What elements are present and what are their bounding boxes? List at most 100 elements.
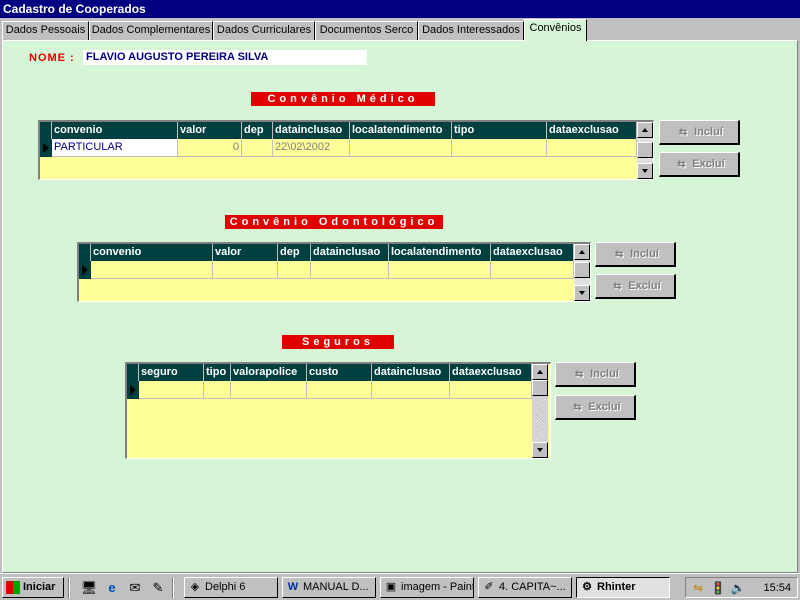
task-rhinter[interactable]: ⚙ Rhinter xyxy=(576,577,670,598)
cell-dataexclusao[interactable] xyxy=(450,381,532,399)
convenio-medico-grid[interactable]: convenio valor dep datainclusao localate… xyxy=(38,120,654,180)
cell-localatendimento[interactable] xyxy=(350,139,452,157)
cell-custo[interactable] xyxy=(307,381,372,399)
table-row[interactable] xyxy=(139,381,532,399)
col-custo[interactable]: custo xyxy=(307,364,372,381)
scroll-down-button[interactable] xyxy=(532,442,548,458)
task-rhinter-label: Rhinter xyxy=(597,581,636,593)
task-capita[interactable]: ✐ 4. CAPITA~... xyxy=(478,577,572,598)
scroll-thumb[interactable] xyxy=(532,380,548,396)
seguros-incluir-label: Incluí xyxy=(590,368,619,380)
convenio-odontologico-grid[interactable]: convenio valor dep datainclusao localate… xyxy=(77,242,591,302)
odonto-incluir-button[interactable]: ⇆ Incluí xyxy=(595,242,676,267)
taskbar-divider xyxy=(172,578,174,598)
convenio-medico-title: Convênio Médico xyxy=(251,92,435,106)
col-datainclusao[interactable]: datainclusao xyxy=(273,122,350,139)
cell-seguro[interactable] xyxy=(139,381,204,399)
desktop-icon[interactable]: 🖥 xyxy=(80,579,98,597)
tab-dados-curriculares[interactable]: Dados Curriculares xyxy=(213,21,315,40)
col-dep[interactable]: dep xyxy=(242,122,273,139)
col-dataexclusao[interactable]: dataexclusao xyxy=(547,122,637,139)
vertical-scrollbar[interactable] xyxy=(532,364,548,458)
task-delphi-label: Delphi 6 xyxy=(205,581,246,593)
row-pointer-icon xyxy=(43,143,49,153)
tab-dados-interessados[interactable]: Dados Interessados xyxy=(418,21,524,40)
col-valorapolice[interactable]: valorapolice xyxy=(231,364,307,381)
current-row-indicator xyxy=(79,261,91,279)
delete-icon: ⇆ xyxy=(677,159,686,170)
col-dep[interactable]: dep xyxy=(278,244,311,261)
seguros-excluir-button[interactable]: ⇆ Excluí xyxy=(555,395,636,420)
nome-value: FLAVIO AUGUSTO PEREIRA SILVA xyxy=(83,50,367,65)
col-localatendimento[interactable]: localatendimento xyxy=(389,244,491,261)
table-row[interactable]: PARTICULAR 0 22\02\2002 xyxy=(52,139,637,157)
nome-label: NOME : xyxy=(29,52,75,64)
cell-datainclusao[interactable] xyxy=(311,261,389,279)
col-tipo[interactable]: tipo xyxy=(204,364,231,381)
cell-dep[interactable] xyxy=(278,261,311,279)
cell-dataexclusao[interactable] xyxy=(491,261,574,279)
vertical-scrollbar[interactable] xyxy=(637,122,653,179)
col-localatendimento[interactable]: localatendimento xyxy=(350,122,452,139)
tab-dados-pessoais[interactable]: Dados Pessoais xyxy=(2,21,89,40)
cell-localatendimento[interactable] xyxy=(389,261,491,279)
scroll-up-button[interactable] xyxy=(574,244,590,260)
cell-dataexclusao[interactable] xyxy=(547,139,637,157)
scroll-down-button[interactable] xyxy=(574,285,590,301)
start-button[interactable]: Iniciar xyxy=(2,577,64,598)
scroll-thumb[interactable] xyxy=(637,142,653,158)
task-delphi[interactable]: ◈ Delphi 6 xyxy=(184,577,278,598)
tab-dados-complementares[interactable]: Dados Complementares xyxy=(89,21,213,40)
vertical-scrollbar[interactable] xyxy=(574,244,590,301)
col-seguro[interactable]: seguro xyxy=(139,364,204,381)
clock[interactable]: 15:54 xyxy=(763,580,791,596)
medico-incluir-label: Incluí xyxy=(694,126,723,138)
seguros-grid[interactable]: seguro tipo valorapolice custo datainclu… xyxy=(125,362,551,459)
task-paint[interactable]: ▣ imagem - Paint xyxy=(380,577,474,598)
seguros-incluir-button[interactable]: ⇆ Incluí xyxy=(555,362,636,387)
cell-valorapolice[interactable] xyxy=(231,381,307,399)
taskbar: Iniciar 🖥 e ✉ ✎ ◈ Delphi 6 W MANUAL D... ▣… xyxy=(0,573,800,600)
col-tipo[interactable]: tipo xyxy=(452,122,547,139)
scroll-down-button[interactable] xyxy=(637,163,653,179)
network-icon[interactable]: ⇋ xyxy=(690,580,706,596)
system-tray: ⇋ 🚦 🔈 15:54 xyxy=(685,577,798,598)
col-datainclusao[interactable]: datainclusao xyxy=(372,364,450,381)
medico-incluir-button[interactable]: ⇆ Incluí xyxy=(659,120,740,145)
medico-excluir-button[interactable]: ⇆ Excluí xyxy=(659,152,740,177)
col-convenio[interactable]: convenio xyxy=(91,244,213,261)
task-capita-label: 4. CAPITA~... xyxy=(499,581,566,593)
cell-tipo[interactable] xyxy=(204,381,231,399)
internet-explorer-icon[interactable]: e xyxy=(103,579,121,597)
col-valor[interactable]: valor xyxy=(213,244,278,261)
cell-convenio[interactable] xyxy=(91,261,213,279)
col-valor[interactable]: valor xyxy=(178,122,242,139)
scroll-up-button[interactable] xyxy=(532,364,548,380)
traffic-light-icon[interactable]: 🚦 xyxy=(710,580,726,596)
cell-valor[interactable] xyxy=(213,261,278,279)
outlook-icon[interactable]: ✉ xyxy=(126,579,144,597)
cell-tipo[interactable] xyxy=(452,139,547,157)
volume-icon[interactable]: 🔈 xyxy=(730,580,746,596)
cell-dep[interactable] xyxy=(242,139,273,157)
tab-documentos-serco[interactable]: Documentos Serco xyxy=(315,21,418,40)
scroll-thumb[interactable] xyxy=(574,262,590,278)
col-convenio[interactable]: convenio xyxy=(52,122,178,139)
tab-convenios[interactable]: Convênios xyxy=(524,19,587,41)
cell-convenio[interactable]: PARTICULAR xyxy=(52,139,178,157)
quicklaunch-shortcut-icon[interactable]: ✎ xyxy=(149,579,167,597)
col-dataexclusao[interactable]: dataexclusao xyxy=(491,244,574,261)
col-dataexclusao[interactable]: dataexclusao xyxy=(450,364,532,381)
scroll-up-button[interactable] xyxy=(637,122,653,138)
word-doc-icon: W xyxy=(287,581,299,593)
taskbar-divider xyxy=(68,578,70,598)
task-manual[interactable]: W MANUAL D... xyxy=(282,577,376,598)
col-datainclusao[interactable]: datainclusao xyxy=(311,244,389,261)
cell-valor[interactable]: 0 xyxy=(178,139,242,157)
table-row[interactable] xyxy=(91,261,574,279)
cell-datainclusao[interactable] xyxy=(372,381,450,399)
grid-indicator-header xyxy=(40,122,52,139)
cell-datainclusao[interactable]: 22\02\2002 xyxy=(273,139,350,157)
grid-indicator-header xyxy=(79,244,91,261)
odonto-excluir-button[interactable]: ⇆ Excluí xyxy=(595,274,676,299)
